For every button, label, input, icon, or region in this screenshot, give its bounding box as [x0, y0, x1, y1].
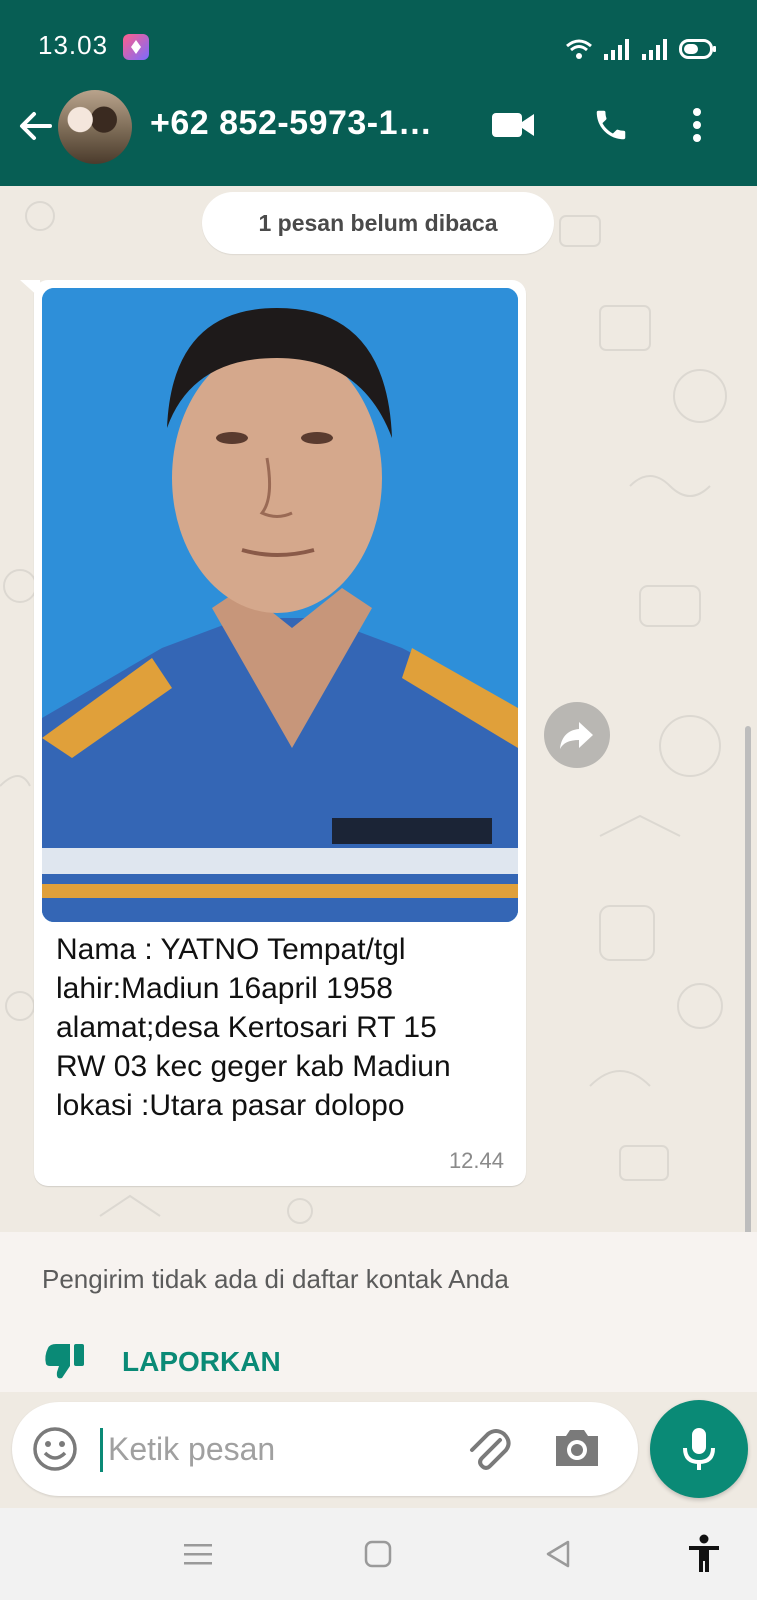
report-button[interactable]: LAPORKAN	[44, 1344, 281, 1380]
back-arrow-icon	[20, 112, 52, 140]
avatar[interactable]	[58, 90, 132, 164]
contact-name[interactable]: +62 852-5973-1…	[150, 104, 433, 143]
unknown-sender-text: Pengirim tidak ada di daftar kontak Anda	[42, 1264, 509, 1294]
battery-icon	[679, 39, 716, 59]
thumbs-down-icon	[45, 1344, 84, 1379]
forward-button[interactable]	[544, 702, 610, 768]
accessibility-icon	[689, 1534, 719, 1572]
attach-icon	[470, 1429, 511, 1470]
report-label: LAPORKAN	[122, 1346, 281, 1377]
video-call-button[interactable]	[486, 98, 540, 152]
more-options-icon	[693, 108, 701, 142]
message-photo[interactable]	[42, 288, 518, 922]
signal-icon	[604, 39, 629, 60]
emoji-icon	[33, 1427, 77, 1471]
status-bar: 13.03	[0, 0, 757, 68]
home-icon	[364, 1540, 392, 1568]
more-options-button[interactable]	[670, 98, 724, 152]
unknown-sender-notice: Pengirim tidak ada di daftar kontak Anda…	[0, 1232, 757, 1392]
message-time: 12.44	[448, 1148, 504, 1173]
scrollbar[interactable]	[745, 726, 751, 1232]
chat-area[interactable]: 1 pesan belum dibaca Nama : YATNO Tempat…	[0, 186, 757, 1232]
message-input-container	[12, 1402, 638, 1496]
emoji-button[interactable]	[32, 1426, 78, 1472]
text-cursor	[100, 1428, 103, 1472]
home-button[interactable]	[356, 1532, 400, 1576]
menu-icon	[184, 1544, 212, 1565]
forward-icon	[560, 722, 593, 749]
status-icons	[565, 32, 717, 60]
input-bar	[0, 1392, 757, 1508]
mic-icon	[683, 1428, 715, 1470]
message-caption: Nama : YATNO Tempat/tgl lahir:Madiun 16a…	[56, 933, 451, 1122]
camera-icon	[556, 1430, 598, 1466]
chat-header: +62 852-5973-1…	[0, 68, 757, 186]
voice-call-button[interactable]	[584, 98, 638, 152]
system-navigation-bar	[0, 1508, 757, 1600]
signal-icon	[642, 39, 667, 60]
phone-icon	[596, 110, 626, 140]
accessibility-button[interactable]	[682, 1532, 726, 1576]
voice-message-button[interactable]	[650, 1400, 748, 1498]
back-nav-button[interactable]	[536, 1532, 580, 1576]
video-call-icon	[492, 113, 534, 137]
status-time: 13.03	[38, 30, 109, 60]
portrait-image	[42, 288, 518, 922]
wifi-icon	[566, 39, 592, 59]
message-bubble[interactable]: Nama : YATNO Tempat/tgl lahir:Madiun 16a…	[34, 280, 526, 1186]
unread-messages-banner: 1 pesan belum dibaca	[202, 192, 554, 254]
back-nav-icon	[546, 1540, 570, 1568]
back-button[interactable]	[14, 104, 58, 148]
attach-button[interactable]	[464, 1426, 512, 1474]
camera-button[interactable]	[552, 1426, 602, 1474]
menu-button[interactable]	[176, 1532, 220, 1576]
message-input[interactable]	[108, 1420, 438, 1478]
app-notification-icon	[123, 34, 149, 60]
